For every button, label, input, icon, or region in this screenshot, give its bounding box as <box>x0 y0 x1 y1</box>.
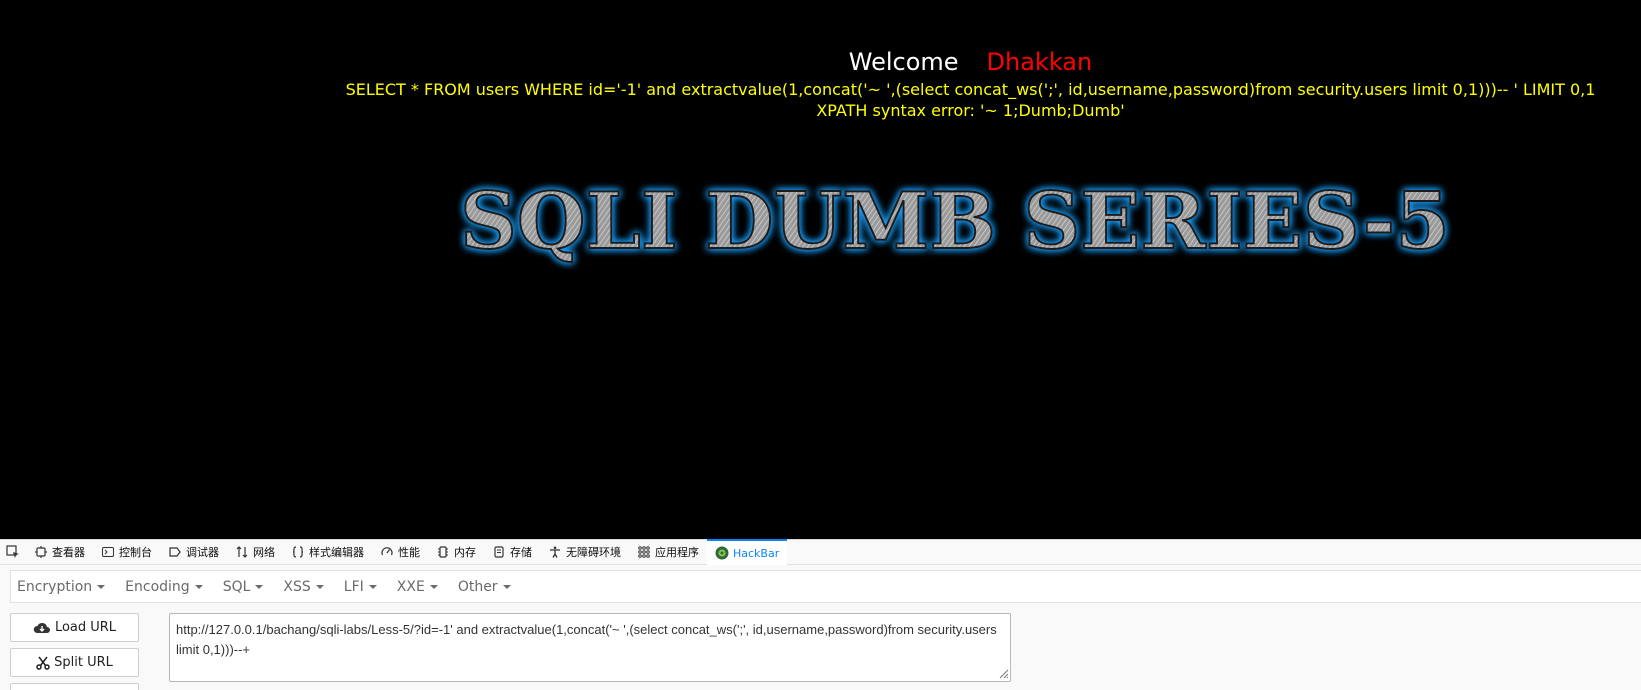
hackbar-menu-xxe[interactable]: XXE <box>397 579 438 595</box>
devtools-tab-network[interactable]: 网络 <box>227 539 283 565</box>
devtools-tab-label: 控制台 <box>119 546 152 559</box>
hackbar-menu-bar: Encryption Encoding SQL XSS LFI XXE Other <box>10 570 1641 603</box>
devtools-tab-label: HackBar <box>733 546 780 560</box>
welcome-line: Welcome Dhakkan <box>0 48 1641 76</box>
console-icon <box>101 545 115 559</box>
browser-viewport: Welcome Dhakkan SELECT * FROM users WHERE… <box>0 0 1641 690</box>
scissors-icon <box>36 656 50 670</box>
hackbar-menu-label: Other <box>457 578 498 595</box>
split-url-label: Split URL <box>54 655 113 670</box>
hackbar-menu-sql[interactable]: SQL <box>223 579 264 595</box>
devtools-tab-debugger[interactable]: 调试器 <box>160 539 227 565</box>
hackbar-menu-xss[interactable]: XSS <box>283 578 324 595</box>
url-textarea[interactable]: http://127.0.0.1/bachang/sqli-labs/Less-… <box>169 613 1011 682</box>
username-text: Dhakkan <box>986 48 1093 76</box>
element-picker-button[interactable] <box>0 539 26 565</box>
xpath-error-text: XPATH syntax error: '~ 1;Dumb;Dumb' <box>816 101 1125 120</box>
series-banner-graphic: SQLI DUMB SERIES-5 <box>459 175 1451 268</box>
devtools-tab-label: 网络 <box>253 546 275 559</box>
application-icon <box>637 545 651 559</box>
element-picker-icon <box>6 545 19 558</box>
devtools-tab-label: 样式编辑器 <box>309 546 364 559</box>
devtools-tab-console[interactable]: 控制台 <box>93 539 160 565</box>
cloud-download-icon <box>33 621 51 635</box>
banner-text: SQLI DUMB SERIES-5 <box>460 176 1450 267</box>
devtools-tab-label: 存储 <box>510 546 532 559</box>
network-icon <box>235 545 249 559</box>
devtools-tab-hackbar[interactable]: HackBar <box>707 539 788 565</box>
devtools-tab-label: 调试器 <box>186 546 219 559</box>
sql-query-text: SELECT * FROM users WHERE id='-1' and ex… <box>345 80 1596 99</box>
devtools-tab-performance[interactable]: 性能 <box>372 539 428 565</box>
load-url-button[interactable]: Load URL <box>10 613 139 642</box>
style-editor-icon <box>291 545 305 559</box>
caret-down-icon <box>194 584 203 589</box>
devtools-tab-application[interactable]: 应用程序 <box>629 539 707 565</box>
storage-icon <box>492 545 506 559</box>
devtools-tab-label: 性能 <box>398 546 420 559</box>
devtools-tab-label: 应用程序 <box>655 546 699 559</box>
caret-down-icon <box>97 584 106 589</box>
memory-icon <box>436 545 450 559</box>
caret-down-icon <box>429 584 438 589</box>
hackbar-icon <box>715 546 729 560</box>
devtools-tab-label: 内存 <box>454 546 476 559</box>
hackbar-menu-label: LFI <box>343 578 364 595</box>
caret-down-icon <box>315 584 324 589</box>
inspector-icon <box>34 545 48 559</box>
debugger-icon <box>168 545 182 559</box>
series-banner: SQLI DUMB SERIES-5 <box>455 175 1455 268</box>
hackbar-menu-encryption[interactable]: Encryption <box>17 578 106 595</box>
hackbar-menu-lfi[interactable]: LFI <box>344 579 377 595</box>
accessibility-icon <box>548 545 562 559</box>
devtools-tab-memory[interactable]: 内存 <box>428 539 484 565</box>
hackbar-menu-other[interactable]: Other <box>458 579 511 595</box>
devtools-tab-label: 查看器 <box>52 546 85 559</box>
devtools-tab-style-editor[interactable]: 样式编辑器 <box>283 539 372 565</box>
devtools-tab-label: 无障碍环境 <box>566 546 621 559</box>
hackbar-menu-label: Encryption <box>17 578 93 595</box>
split-url-button[interactable]: Split URL <box>10 648 139 677</box>
caret-down-icon <box>368 584 377 589</box>
devtools-tab-storage[interactable]: 存储 <box>484 539 540 565</box>
page-content: Welcome Dhakkan SELECT * FROM users WHERE… <box>0 0 1641 539</box>
load-url-label: Load URL <box>54 620 117 635</box>
hackbar-menu-encoding[interactable]: Encoding <box>125 579 203 595</box>
welcome-text: Welcome <box>848 48 959 76</box>
caret-down-icon <box>502 584 511 589</box>
devtools-tab-strip: 查看器 控制台 调试器 网络 样式编辑器 性能 内存 存储 无障碍环境 应用程序 HackBar <box>0 539 1641 565</box>
performance-icon <box>380 545 394 559</box>
hackbar-menu-label: XXE <box>396 578 425 595</box>
hackbar-menu-label: Encoding <box>125 578 190 595</box>
execute-button[interactable] <box>10 683 139 690</box>
hackbar-menu-label: SQL <box>222 578 251 595</box>
devtools-tab-inspector[interactable]: 查看器 <box>26 539 93 565</box>
caret-down-icon <box>255 584 264 589</box>
hackbar-menu-label: XSS <box>283 578 311 595</box>
hackbar-panel: Encryption Encoding SQL XSS LFI XXE Other Load… <box>0 565 1641 690</box>
resize-grip-icon[interactable] <box>997 667 1009 679</box>
devtools-tab-accessibility[interactable]: 无障碍环境 <box>540 539 629 565</box>
